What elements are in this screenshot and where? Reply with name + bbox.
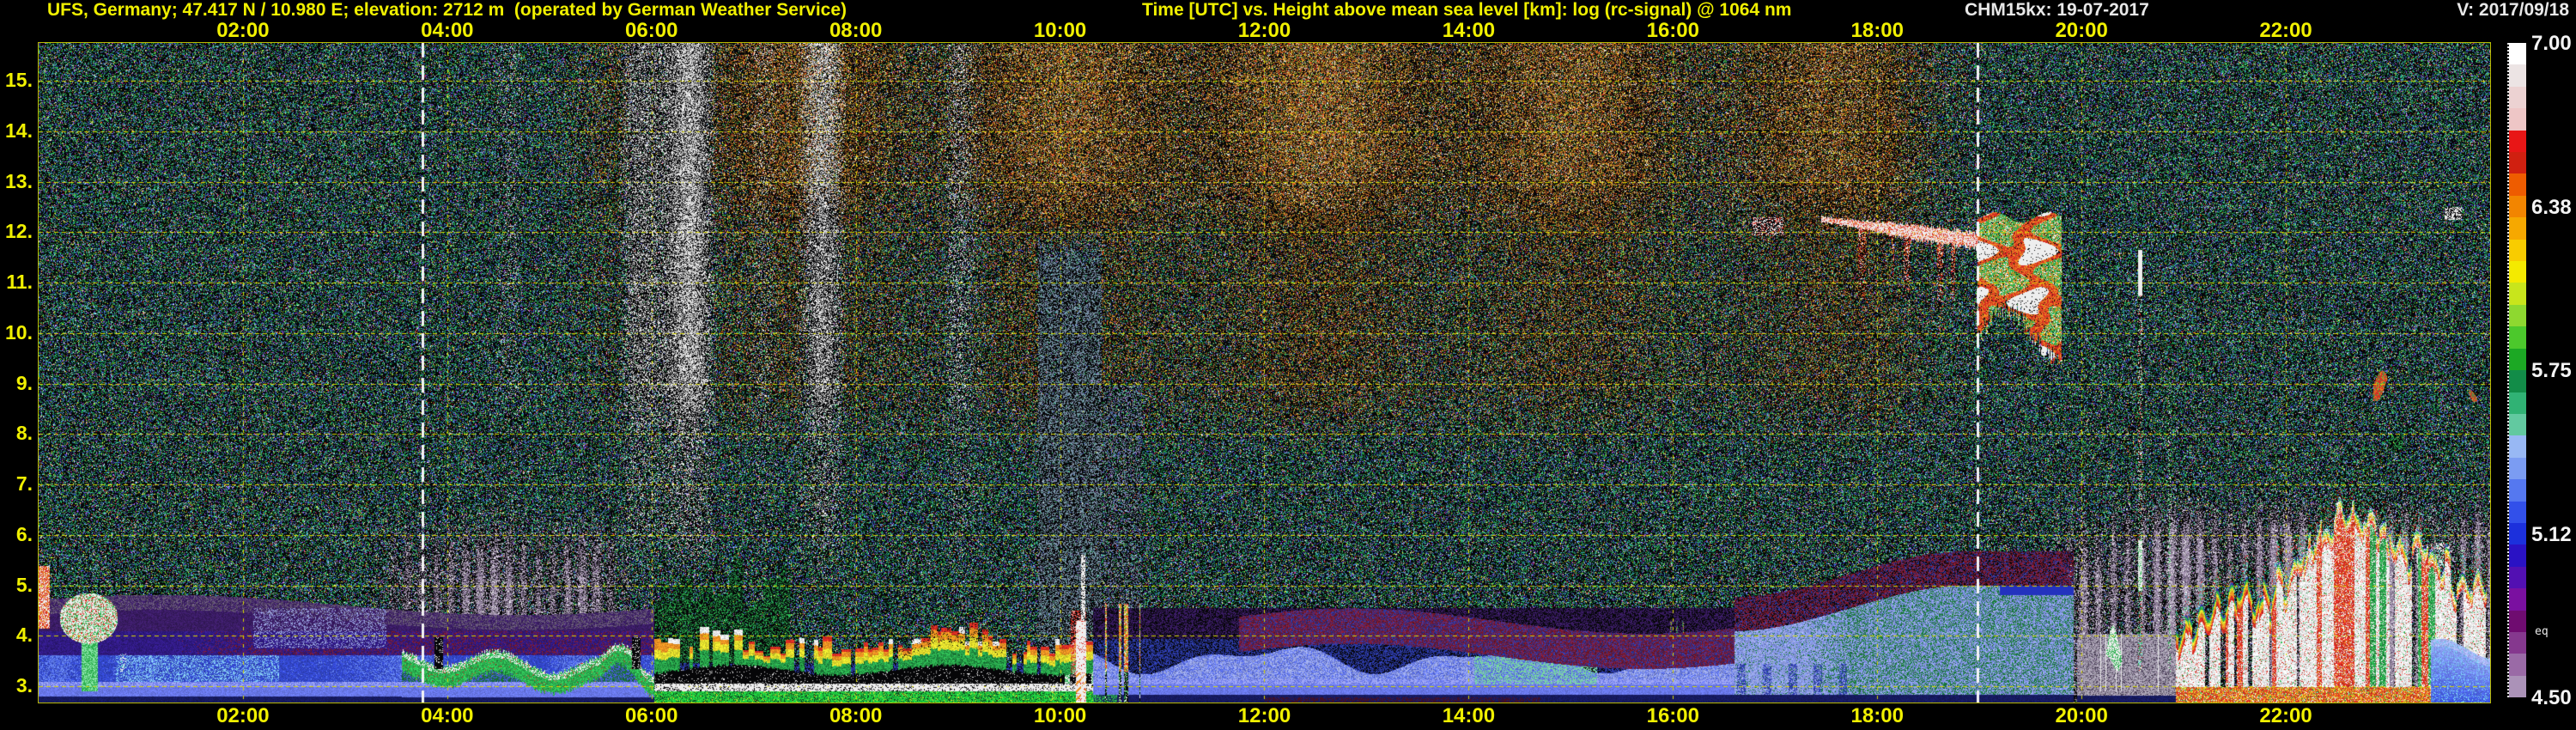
y-tick-label: 12. xyxy=(5,220,33,243)
colorbar-block xyxy=(2509,479,2526,502)
colorbar-block xyxy=(2509,152,2526,174)
y-tick-label: 11. xyxy=(6,271,33,293)
colorbar xyxy=(2507,43,2526,698)
ceilometer-heatmap xyxy=(39,43,2490,703)
station-info: UFS, Germany; 47.417 N / 10.980 E; eleva… xyxy=(47,0,848,20)
colorbar-block xyxy=(2509,413,2526,436)
colorbar-block xyxy=(2509,217,2526,240)
colorbar-block xyxy=(2509,173,2526,196)
x-tick-label: 20:00 xyxy=(2055,704,2108,727)
colorbar-block xyxy=(2509,610,2526,632)
y-tick-label: 3. xyxy=(15,674,33,697)
colorbar-tick-label: 5.75 xyxy=(2531,359,2572,382)
colorbar-block xyxy=(2509,392,2526,414)
y-tick-label: 7. xyxy=(15,472,33,496)
y-tick-label: 5. xyxy=(15,573,33,596)
plot-area xyxy=(38,42,2491,703)
colorbar-block xyxy=(2509,566,2526,589)
colorbar-block xyxy=(2509,195,2526,218)
y-tick-label: 15. xyxy=(5,69,33,91)
x-tick-label: 08:00 xyxy=(829,19,883,42)
colorbar-block xyxy=(2509,675,2526,698)
y-tick-label: 14. xyxy=(5,119,33,142)
colorbar-block xyxy=(2509,130,2526,153)
y-tick-label: 4. xyxy=(15,624,33,647)
x-tick-label: 20:00 xyxy=(2055,19,2108,42)
colorbar-block xyxy=(2509,457,2526,480)
colorbar-tick-label: 7.00 xyxy=(2531,32,2572,55)
y-tick-label: 10. xyxy=(5,320,33,344)
x-tick-label: 22:00 xyxy=(2259,704,2312,727)
colorbar-block xyxy=(2509,64,2526,87)
x-tick-label: 12:00 xyxy=(1237,19,1291,42)
colorbar-block xyxy=(2509,588,2526,611)
x-tick-label: 18:00 xyxy=(1850,704,1904,727)
x-tick-label: 12:00 xyxy=(1237,704,1291,727)
colorbar-block xyxy=(2509,631,2526,654)
x-tick-label: 02:00 xyxy=(216,704,270,727)
plot-title: Time [UTC] vs. Height above mean sea lev… xyxy=(1142,0,1792,20)
x-tick-label: 02:00 xyxy=(216,19,270,42)
x-tick-label: 04:00 xyxy=(421,704,474,727)
colorbar-tick-label: 6.38 xyxy=(2531,195,2572,219)
x-tick-label: 08:00 xyxy=(829,704,883,727)
x-tick-label: 04:00 xyxy=(421,19,474,42)
colorbar-tick-label: 4.50 xyxy=(2531,686,2572,709)
colorbar-block xyxy=(2509,239,2526,262)
x-tick-label: 14:00 xyxy=(1442,19,1496,42)
colorbar-block xyxy=(2509,304,2526,327)
x-tick-label: 06:00 xyxy=(625,704,678,727)
colorbar-block xyxy=(2509,501,2526,523)
colorbar-block xyxy=(2509,326,2526,349)
version-label: V: 2017/09/18 xyxy=(2457,0,2569,20)
colorbar-block xyxy=(2509,522,2526,545)
x-tick-label: 18:00 xyxy=(1850,19,1904,42)
x-tick-label: 16:00 xyxy=(1646,19,1699,42)
colorbar-block xyxy=(2509,348,2526,371)
colorbar-block xyxy=(2509,43,2526,65)
y-tick-label: 6. xyxy=(15,522,33,545)
x-tick-label: 10:00 xyxy=(1033,704,1087,727)
y-tick-label: 8. xyxy=(15,422,33,445)
x-tick-label: 22:00 xyxy=(2259,19,2312,42)
colorbar-block xyxy=(2509,283,2526,305)
colorbar-tick-label: 5.12 xyxy=(2531,522,2572,546)
x-tick-label: 14:00 xyxy=(1442,704,1496,727)
y-tick-label: 13. xyxy=(5,169,33,192)
x-tick-label: 06:00 xyxy=(625,19,678,42)
colorbar-block xyxy=(2509,544,2526,567)
x-tick-label: 10:00 xyxy=(1033,19,1087,42)
colorbar-block xyxy=(2509,261,2526,283)
colorbar-eq-label: eq xyxy=(2535,625,2549,638)
x-tick-label: 16:00 xyxy=(1646,704,1699,727)
colorbar-block xyxy=(2509,435,2526,458)
colorbar-block xyxy=(2509,370,2526,392)
colorbar-block xyxy=(2509,108,2526,131)
y-tick-label: 9. xyxy=(15,371,33,394)
colorbar-block xyxy=(2509,654,2526,676)
instrument-date: CHM15kx: 19-07-2017 xyxy=(1965,0,2149,20)
colorbar-block xyxy=(2509,86,2526,109)
